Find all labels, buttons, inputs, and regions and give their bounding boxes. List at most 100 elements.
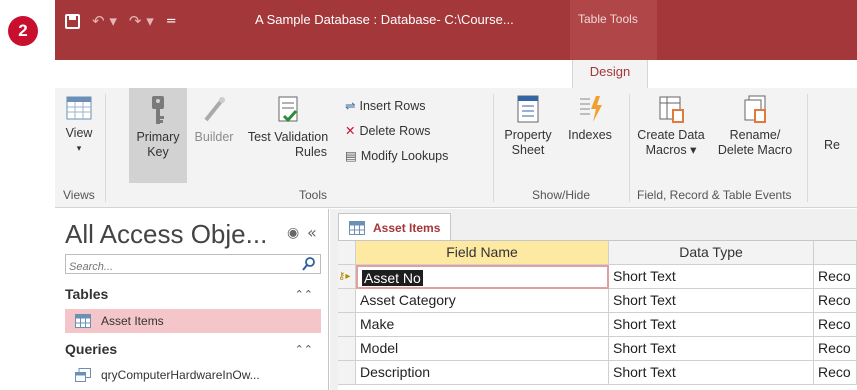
builder-wand-icon	[204, 97, 225, 122]
modify-lookups-button[interactable]: ▤ Modify Lookups	[345, 148, 449, 164]
data-type-cell[interactable]: Short Text	[609, 337, 814, 361]
rename-delete-macro-button[interactable]: Rename/ Delete Macro	[713, 94, 797, 158]
collapse-nav-icon[interactable]: «	[307, 223, 317, 242]
design-grid: Field Name Data Type ⚷▸ Asset No Short T…	[338, 240, 857, 390]
redo-icon[interactable]: ↷ ▾	[129, 12, 154, 30]
undo-icon[interactable]: ↶ ▾	[92, 12, 117, 30]
delete-rows-button[interactable]: ✕ Delete Rows	[345, 123, 430, 139]
row-selector[interactable]	[338, 289, 356, 313]
tab-design[interactable]: Design	[572, 60, 648, 88]
insert-rows-label: Insert Rows	[359, 98, 426, 113]
collapse-section-icon: ⌃⌃	[294, 289, 313, 301]
customize-qat-icon[interactable]: =	[166, 14, 177, 29]
description-cell[interactable]: Reco	[814, 337, 857, 361]
row-selector[interactable]	[338, 361, 356, 385]
tab-create[interactable]: Create	[231, 60, 281, 88]
test-validation-icon	[278, 96, 298, 123]
datasheet-view-icon	[66, 96, 92, 120]
nav-menu-icon[interactable]: ◉	[287, 225, 299, 241]
window-title: A Sample Database : Database- C:\Course.…	[255, 12, 514, 27]
data-type-cell[interactable]: Short Text	[609, 289, 814, 313]
tab-external-data[interactable]: External Data	[316, 60, 406, 88]
field-name-cell[interactable]: Asset Category	[356, 289, 609, 313]
modify-lookups-label: Modify Lookups	[360, 148, 449, 163]
grid-header-row: Field Name Data Type	[338, 241, 857, 265]
indexes-button[interactable]: Indexes	[561, 94, 619, 143]
row-selector-header	[338, 241, 356, 265]
test-label: Test Validation	[247, 130, 329, 144]
table-row[interactable]: Model Short Text Reco	[338, 337, 857, 361]
row-selector[interactable]	[338, 313, 356, 337]
document-tab-label: Asset Items	[373, 220, 441, 235]
builder-label: Builder	[194, 130, 234, 144]
view-button[interactable]: View ▾	[61, 94, 97, 156]
table-row[interactable]: Asset Category Short Text Reco	[338, 289, 857, 313]
field-name-cell[interactable]: Model	[356, 337, 609, 361]
table-row[interactable]: ⚷▸ Asset No Short Text Reco	[338, 265, 857, 289]
data-type-cell[interactable]: Short Text	[609, 313, 814, 337]
group-label-views: Views	[63, 188, 95, 202]
separator	[807, 94, 808, 202]
sheet-label: Sheet	[511, 143, 545, 157]
description-cell[interactable]: Reco	[814, 313, 857, 337]
modify-lookups-icon: ▤	[345, 149, 357, 163]
group-label-events: Field, Record & Table Events	[637, 188, 792, 202]
quick-access-toolbar: ↶ ▾ ↷ ▾ =	[65, 10, 177, 32]
create-data-label: Create Data	[637, 128, 705, 142]
row-selector[interactable]	[338, 337, 356, 361]
field-name-cell[interactable]: Description	[356, 361, 609, 385]
tables-label: Tables	[65, 286, 109, 302]
primary-key-button[interactable]: Primary Key	[129, 88, 187, 183]
nav-search-box[interactable]	[65, 254, 321, 276]
search-icon[interactable]	[302, 257, 316, 271]
table-icon	[349, 220, 365, 235]
description-cell[interactable]: Reco	[814, 289, 857, 313]
delete-macro-label: Delete Macro	[717, 143, 793, 157]
nav-item-asset-items[interactable]: Asset Items	[65, 309, 321, 333]
title-bar: ↶ ▾ ↷ ▾ = A Sample Database : Database- …	[55, 0, 857, 60]
nav-pane-title[interactable]: All Access Obje...	[65, 219, 267, 250]
tell-me-box[interactable]: ♀ Tell me what you want t	[675, 60, 823, 84]
property-label: Property	[504, 128, 552, 142]
field-name-cell[interactable]: Make	[356, 313, 609, 337]
column-header-field-name[interactable]: Field Name	[356, 241, 609, 265]
test-validation-button[interactable]: Test Validation Rules	[241, 94, 335, 160]
create-data-macros-button[interactable]: Create Data Macros ▾	[635, 94, 707, 158]
key-icon	[152, 96, 164, 124]
indexes-lightning-icon	[580, 96, 602, 122]
nav-item-query[interactable]: qryComputerHardwareInOw...	[65, 363, 321, 387]
table-design-document: Asset Items Field Name Data Type ⚷▸ Asse…	[330, 209, 857, 390]
relationships-button-partial[interactable]: Re	[817, 138, 847, 153]
nav-section-tables[interactable]: Tables ⌃⌃	[65, 286, 321, 308]
dropdown-arrow-icon: ▾	[76, 143, 82, 153]
separator	[105, 94, 106, 202]
insert-rows-button[interactable]: ⇌ Insert Rows	[345, 98, 426, 114]
description-cell[interactable]: Reco	[814, 361, 857, 385]
tell-me-text: Tell me what you want t	[688, 64, 824, 79]
primary-key-indicator-icon[interactable]: ⚷▸	[338, 265, 356, 289]
tab-database-tools[interactable]: Database Tools	[441, 60, 546, 88]
data-type-cell[interactable]: Short Text	[609, 361, 814, 385]
builder-button[interactable]: Builder	[189, 94, 239, 145]
data-type-cell[interactable]: Short Text	[609, 265, 814, 289]
description-cell[interactable]: Reco	[814, 265, 857, 289]
save-icon[interactable]	[65, 13, 80, 29]
tab-home[interactable]: Home	[155, 60, 195, 88]
ribbon: View ▾ Primary Key Builder Test Validati…	[55, 88, 857, 208]
access-window: ↶ ▾ ↷ ▾ = A Sample Database : Database- …	[55, 0, 857, 390]
group-label-show-hide: Show/Hide	[532, 188, 591, 202]
nav-search-input[interactable]	[66, 258, 286, 276]
column-header-description[interactable]	[814, 241, 857, 265]
tab-file[interactable]: File	[69, 60, 99, 88]
nav-section-queries[interactable]: Queries ⌃⌃	[65, 341, 321, 363]
table-row[interactable]: Description Short Text Reco	[338, 361, 857, 385]
property-sheet-button[interactable]: Property Sheet	[497, 94, 559, 158]
query-icon	[75, 368, 91, 382]
macros-label: Macros ▾	[645, 143, 697, 157]
document-tab-asset-items[interactable]: Asset Items	[338, 213, 452, 241]
table-row[interactable]: Make Short Text Reco	[338, 313, 857, 337]
field-name-cell[interactable]: Asset No	[356, 265, 609, 289]
column-header-data-type[interactable]: Data Type	[609, 241, 814, 265]
separator	[493, 94, 494, 202]
delete-rows-icon: ✕	[345, 124, 356, 138]
